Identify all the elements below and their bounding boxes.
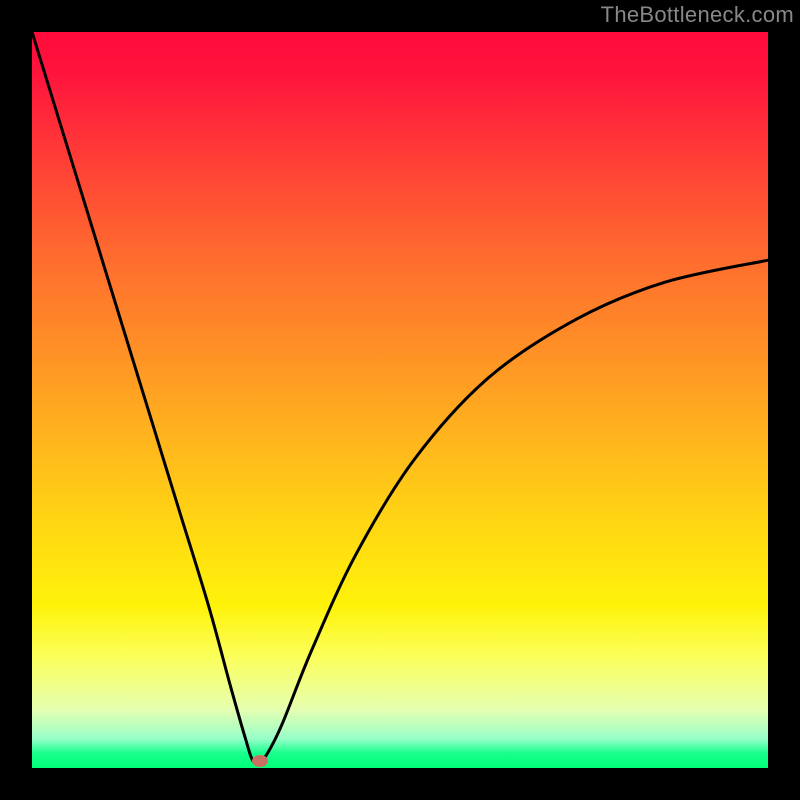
watermark-text: TheBottleneck.com — [601, 2, 794, 28]
curve-svg — [32, 32, 768, 768]
chart-frame: TheBottleneck.com — [0, 0, 800, 800]
minimum-marker — [252, 755, 268, 767]
plot-area — [32, 32, 768, 768]
bottleneck-curve — [32, 32, 768, 763]
